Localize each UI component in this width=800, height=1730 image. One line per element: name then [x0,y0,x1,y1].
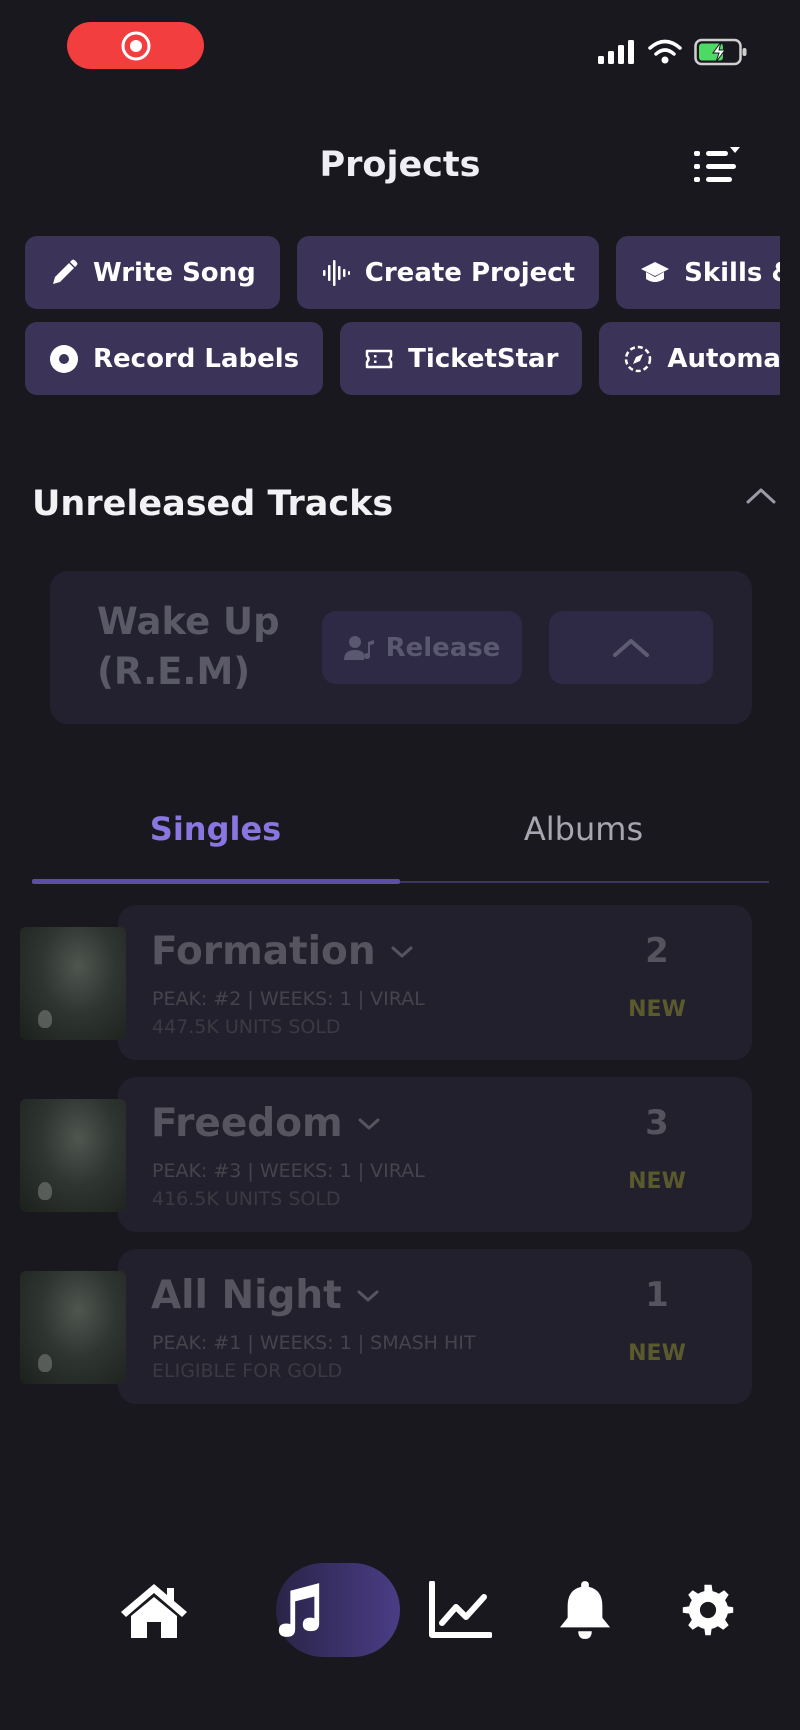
chevron-up-icon [746,488,776,504]
screen-recording-indicator[interactable] [67,22,204,69]
single-stats: PEAK: #3 | WEEKS: 1 | VIRAL [152,1160,425,1182]
create-project-label: Create Project [364,257,576,288]
album-cover [20,1271,126,1384]
single-card[interactable]: All Night PEAK: #1 | WEEKS: 1 | SMASH HI… [20,1249,752,1404]
new-badge: NEW [628,997,686,1022]
single-title-row[interactable]: Freedom [151,1101,381,1146]
chevron-down-icon [358,1118,380,1129]
chevron-up-icon [613,638,649,657]
single-stats: PEAK: #2 | WEEKS: 1 | VIRAL [152,988,425,1010]
page-title: Projects [319,145,481,185]
graduation-cap-icon [641,261,670,282]
automated-button[interactable]: Automated [599,322,780,395]
home-icon [121,1584,187,1638]
new-badge: NEW [628,1169,686,1194]
single-title: Freedom [151,1101,343,1146]
single-card[interactable]: Freedom PEAK: #3 | WEEKS: 1 | VIRAL 416.… [20,1077,752,1232]
user-music-icon [343,635,374,660]
chevron-down-icon [391,946,413,957]
track-options-button[interactable] [549,611,713,684]
record-labels-button[interactable]: Record Labels [25,322,324,395]
gear-icon [682,1584,734,1636]
single-units: 416.5K UNITS SOLD [152,1188,341,1210]
chevron-down-icon [357,1290,379,1301]
collapse-unreleased-button[interactable] [744,482,778,512]
write-song-button[interactable]: Write Song [25,236,280,309]
status-icons [598,38,748,66]
chart-rank: 2 [645,931,669,971]
unreleased-tracks-title: Unreleased Tracks [32,484,394,524]
single-title: All Night [151,1273,342,1318]
ticket-icon [365,349,393,368]
record-labels-label: Record Labels [93,343,300,374]
track-name-line-1: Wake Up [97,600,280,643]
vinyl-icon [50,344,78,373]
bell-icon [559,1581,611,1639]
tab-albums[interactable]: Albums [400,810,767,848]
skills-label: Skills & Co [684,257,780,288]
active-tab-indicator [32,879,400,884]
nav-settings[interactable] [658,1560,758,1660]
tab-singles[interactable]: Singles [32,810,399,848]
automated-label: Automated [667,343,780,374]
pencil-icon [53,259,78,284]
chart-rank: 3 [645,1103,669,1143]
single-title-row[interactable]: Formation [151,929,414,974]
nav-home[interactable] [104,1560,204,1660]
create-project-button[interactable]: Create Project [296,236,600,309]
single-units: ELIGIBLE FOR GOLD [152,1360,343,1382]
nav-charts[interactable] [410,1560,510,1660]
single-stats: PEAK: #1 | WEEKS: 1 | SMASH HIT [152,1332,476,1354]
quick-actions-row-2: Record Labels TicketStar Automated [25,322,780,395]
filter-list-icon [694,147,740,182]
single-title: Formation [151,929,376,974]
waveform-icon [322,259,350,286]
nav-music[interactable] [249,1560,349,1660]
music-note-icon [278,1583,320,1637]
single-units: 447.5K UNITS SOLD [152,1016,341,1038]
single-title-row[interactable]: All Night [151,1273,380,1318]
track-name-line-2: (R.E.M) [97,650,251,693]
bottom-nav [0,1560,800,1660]
unreleased-track-name: Wake Up (R.E.M) [97,597,297,697]
unreleased-track-card: Wake Up (R.E.M) Release [50,571,752,724]
wifi-icon [648,39,682,64]
release-label: Release [385,632,501,663]
release-button[interactable]: Release [322,611,522,684]
nav-notifications[interactable] [535,1560,635,1660]
signal-icon [598,40,634,64]
compass-icon [625,345,652,372]
chart-rank: 1 [645,1275,669,1315]
ticketstar-label: TicketStar [408,343,559,374]
write-song-label: Write Song [93,257,256,288]
filter-button[interactable] [694,145,742,189]
ticketstar-button[interactable]: TicketStar [340,322,583,395]
album-cover [20,1099,126,1212]
quick-actions-row-1: Write Song Create Project Skills & Co [25,236,780,309]
new-badge: NEW [628,1341,686,1366]
skills-button[interactable]: Skills & Co [616,236,780,309]
chart-line-icon [429,1581,492,1638]
record-icon [121,31,150,60]
single-card[interactable]: Formation PEAK: #2 | WEEKS: 1 | VIRAL 44… [20,905,752,1060]
battery-charging-icon [694,38,747,66]
album-cover [20,927,126,1040]
